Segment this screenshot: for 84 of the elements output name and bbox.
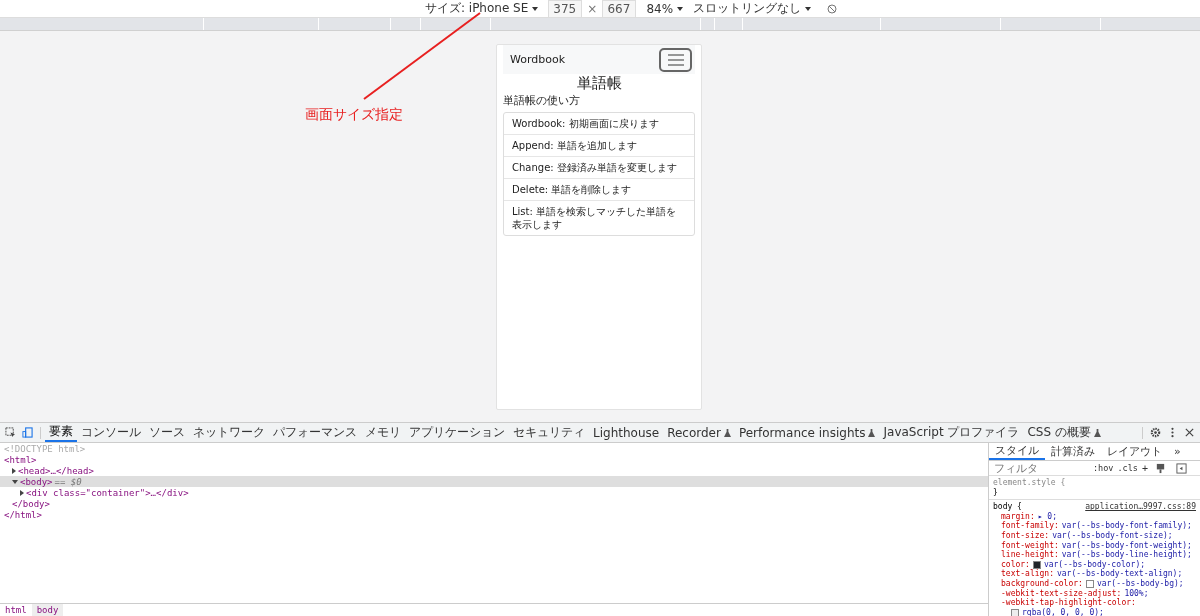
- css-value: var(--bs-body-font-family);: [1061, 521, 1192, 531]
- styles-tab[interactable]: レイアウト: [1101, 443, 1168, 460]
- color-swatch[interactable]: [1011, 608, 1019, 616]
- caret-icon: [805, 6, 812, 11]
- styles-tab[interactable]: 計算済み: [1045, 443, 1101, 460]
- dom-node[interactable]: <head>…</head>: [18, 465, 94, 476]
- devtools-tab[interactable]: JavaScript プロファイラ: [879, 423, 1024, 442]
- width-field[interactable]: 375: [548, 0, 583, 18]
- css-value: var(--bs-body-bg);: [1096, 578, 1184, 589]
- new-rule-button[interactable]: +: [1141, 462, 1148, 474]
- hov-toggle[interactable]: :hov: [1093, 463, 1114, 473]
- source-link[interactable]: application…9997.css:89: [1085, 502, 1196, 512]
- css-property: -webkit-tap-highlight-color:: [1001, 598, 1136, 608]
- times-sign: ×: [587, 1, 598, 16]
- color-swatch[interactable]: [1032, 560, 1041, 569]
- devtools-tab[interactable]: パフォーマンス: [269, 423, 361, 442]
- devtools-tab[interactable]: ネットワーク: [189, 423, 269, 442]
- css-property: font-weight:: [1001, 540, 1059, 551]
- expand-arrow-icon[interactable]: [20, 489, 24, 496]
- devtools-tab[interactable]: Lighthouse: [589, 423, 664, 442]
- close-icon[interactable]: [1184, 427, 1195, 438]
- color-swatch[interactable]: [1085, 579, 1094, 588]
- cls-toggle[interactable]: .cls: [1117, 463, 1138, 473]
- paint-icon[interactable]: [1155, 462, 1166, 474]
- settings-icon[interactable]: [1150, 427, 1161, 438]
- devtools-tab[interactable]: CSS の概要: [1023, 423, 1105, 442]
- dom-node[interactable]: </body>: [12, 498, 50, 509]
- breadcrumb[interactable]: html: [0, 604, 32, 616]
- expand-arrow-icon[interactable]: [12, 479, 18, 484]
- annotation-label: 画面サイズ指定: [305, 106, 403, 124]
- devtools-tab[interactable]: メモリ: [361, 423, 405, 442]
- css-value: var(--bs-body-text-align);: [1057, 569, 1183, 579]
- list-item: Change: 登録済み単語を変更します: [504, 157, 694, 179]
- caret-icon: [532, 6, 539, 11]
- css-value: 100%;: [1124, 588, 1149, 598]
- device-toggle-icon[interactable]: [22, 427, 33, 438]
- css-property: margin:: [1001, 511, 1035, 522]
- css-value: var(--bs-body-color);: [1043, 559, 1146, 570]
- dom-node[interactable]: </html>: [4, 509, 42, 520]
- inspect-icon[interactable]: [5, 427, 16, 438]
- devtools-tab[interactable]: セキュリティ: [509, 423, 589, 442]
- css-property: background-color:: [1001, 578, 1083, 589]
- devtools-tab[interactable]: コンソール: [77, 423, 145, 442]
- css-property: line-height:: [1001, 550, 1059, 560]
- devtools-tab[interactable]: ソース: [145, 423, 189, 442]
- list-item: Wordbook: 初期画面に戻ります: [504, 113, 694, 135]
- styles-tab[interactable]: »: [1168, 443, 1187, 460]
- css-property: font-family:: [1001, 521, 1059, 531]
- dom-node[interactable]: <div class="container">…</div>: [26, 487, 189, 498]
- css-value: var(--bs-body-line-height);: [1061, 550, 1192, 560]
- css-value: var(--bs-body-font-size);: [1052, 530, 1173, 541]
- sidebar-toggle-icon[interactable]: [1176, 462, 1187, 474]
- menu-button[interactable]: [659, 47, 692, 72]
- list-item: Append: 単語を追加します: [504, 135, 694, 157]
- devtools-tab[interactable]: Recorder: [663, 423, 735, 442]
- devtools-tab[interactable]: 要素: [45, 423, 77, 442]
- css-property: -webkit-text-size-adjust:: [1001, 588, 1122, 599]
- rule-selector: body {: [993, 502, 1022, 512]
- device-dropdown[interactable]: サイズ: iPhone SE: [424, 0, 539, 17]
- dom-node[interactable]: <html>: [4, 454, 37, 465]
- navbar-brand[interactable]: Wordbook: [510, 53, 566, 66]
- devtools-tab[interactable]: Performance insights: [734, 423, 880, 442]
- section-heading: 単語帳の使い方: [503, 94, 581, 108]
- code-line: element.style {: [993, 478, 1067, 488]
- code-line: }: [993, 487, 999, 498]
- css-property: font-size:: [1001, 530, 1050, 541]
- list-item: Delete: 単語を削除します: [504, 179, 694, 201]
- dom-node[interactable]: <body>: [20, 476, 53, 487]
- caret-icon: [677, 6, 684, 11]
- css-value: ▸ 0;: [1037, 511, 1057, 521]
- zoom-dropdown[interactable]: 84%: [646, 1, 684, 16]
- list-item: List: 単語を検索しマッチした単語を表示します: [511, 205, 678, 232]
- css-property: text-align:: [1001, 569, 1054, 579]
- breadcrumb[interactable]: body: [31, 604, 64, 616]
- css-property: color:: [1001, 559, 1030, 569]
- selected-marker: == $0: [54, 476, 82, 487]
- page-title: 単語帳: [575, 74, 623, 92]
- menu-icon: [667, 53, 684, 66]
- css-value: var(--bs-body-font-weight);: [1061, 540, 1192, 551]
- css-value: rgba(0, 0, 0, 0);: [1022, 607, 1104, 616]
- throttling-dropdown[interactable]: スロットリングなし: [693, 0, 812, 17]
- selected-row[interactable]: <body> == $0: [0, 476, 988, 487]
- devtools-tab[interactable]: アプリケーション: [405, 423, 509, 442]
- height-field[interactable]: 667: [602, 0, 637, 18]
